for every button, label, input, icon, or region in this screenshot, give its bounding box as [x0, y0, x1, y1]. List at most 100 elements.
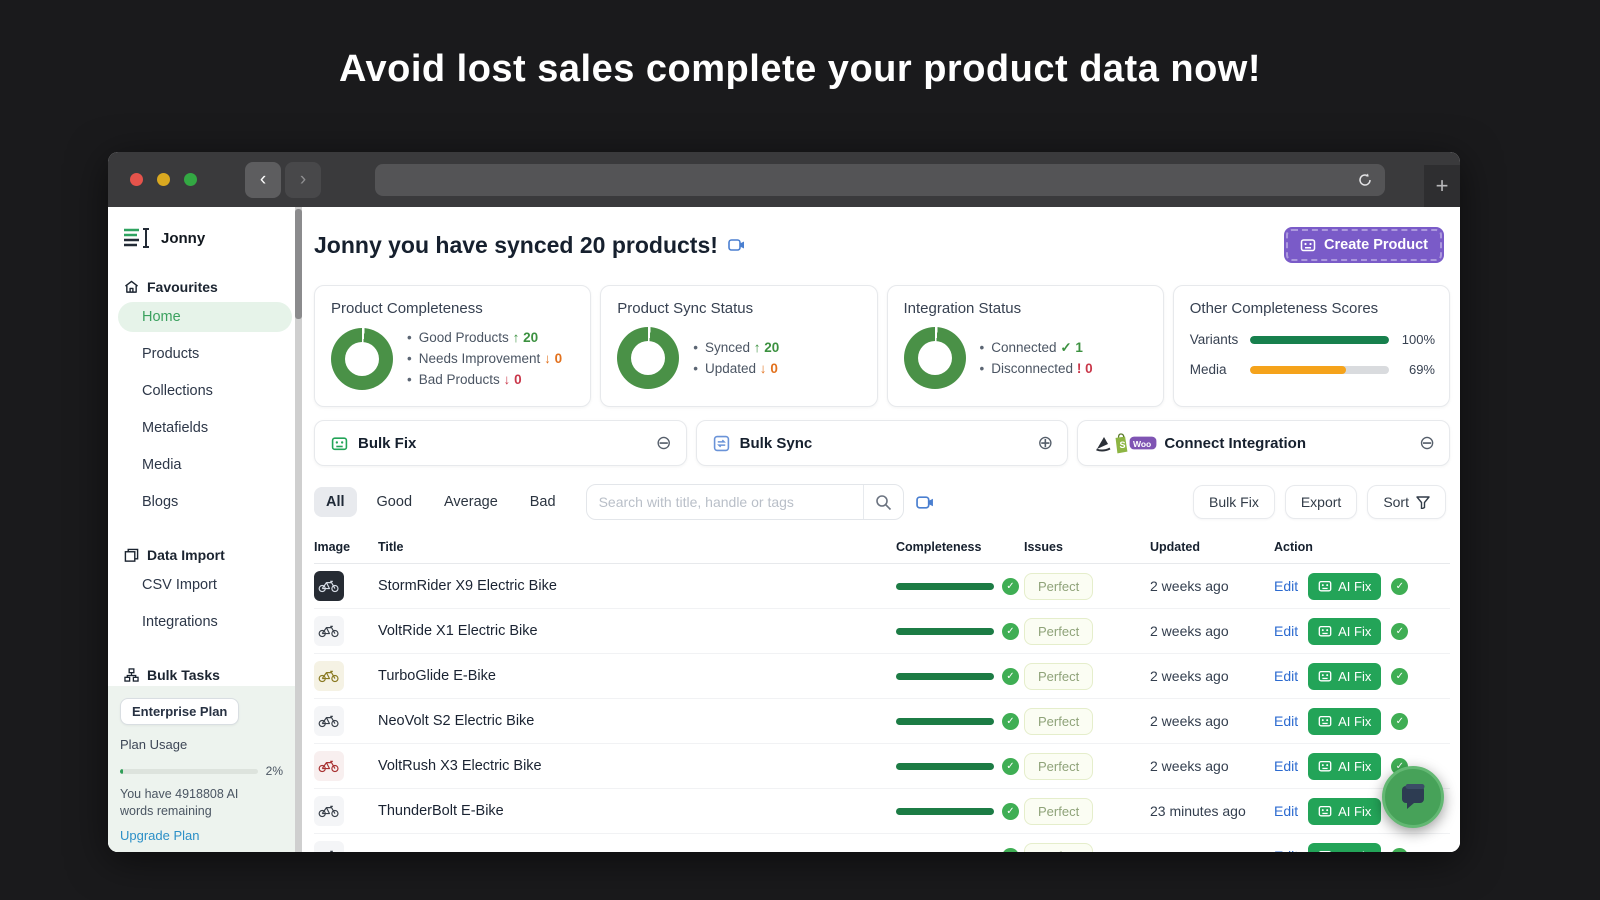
- sidebar-item[interactable]: Collections: [118, 376, 292, 406]
- traffic-lights: [130, 173, 197, 186]
- sidebar-item[interactable]: CSV Import: [118, 570, 292, 600]
- upgrade-plan-link[interactable]: Upgrade Plan: [120, 828, 283, 843]
- sidebar-item[interactable]: Media: [118, 450, 292, 480]
- new-tab-button[interactable]: +: [1424, 165, 1460, 207]
- connect-integration-card[interactable]: S Woo Connect Integration ⊖: [1077, 420, 1450, 466]
- workspace-name: Jonny: [161, 230, 205, 247]
- sidebar-item[interactable]: Blogs: [118, 487, 292, 517]
- check-circle-icon: ✓: [1002, 758, 1019, 775]
- video-tutorial-icon[interactable]: [728, 237, 745, 253]
- completeness-bar: [896, 628, 994, 635]
- sidebar-item[interactable]: Metafields: [118, 413, 292, 443]
- edit-link[interactable]: Edit: [1274, 623, 1298, 639]
- completeness-cell: ✓: [896, 623, 1024, 640]
- check-circle-icon: ✓: [1391, 578, 1408, 595]
- filter-tab[interactable]: Good: [365, 487, 424, 517]
- edit-link[interactable]: Edit: [1274, 578, 1298, 594]
- browser-back-button[interactable]: ‹: [245, 162, 281, 198]
- table-header: ImageTitleCompletenessIssuesUpdatedActio…: [314, 540, 1450, 564]
- search-button[interactable]: [863, 485, 903, 519]
- app-logo-icon: [122, 227, 152, 249]
- video-tutorial-icon[interactable]: [916, 494, 934, 511]
- ai-fix-button[interactable]: AI Fix: [1308, 753, 1381, 780]
- ai-fix-button[interactable]: AI Fix: [1308, 618, 1381, 645]
- woocommerce-icon: Woo: [1128, 434, 1158, 452]
- card-product-sync-status: Product Sync Status Synced ↑ 20 Updated …: [600, 285, 877, 407]
- data-import-section: Data Import: [108, 547, 302, 563]
- column-header: Action: [1274, 540, 1450, 554]
- edit-link[interactable]: Edit: [1274, 668, 1298, 684]
- ai-fix-button[interactable]: AI Fix: [1308, 798, 1381, 825]
- check-circle-icon: ✓: [1391, 623, 1408, 640]
- product-title: StormRider X9 Electric Bike: [378, 578, 896, 594]
- expand-icon[interactable]: ⊕: [1037, 434, 1053, 453]
- search-input[interactable]: [587, 494, 863, 510]
- robot-icon: [1318, 579, 1332, 593]
- search-box: [586, 484, 904, 520]
- column-header: Issues: [1024, 540, 1150, 554]
- filter-tab[interactable]: Average: [432, 487, 510, 517]
- browser-forward-button[interactable]: ›: [285, 162, 321, 198]
- collapse-icon[interactable]: ⊖: [656, 434, 672, 453]
- check-circle-icon: ✓: [1002, 713, 1019, 730]
- edit-link[interactable]: Edit: [1274, 803, 1298, 819]
- stat-item: Bad Products ↓ 0: [407, 369, 562, 390]
- column-header: Title: [378, 540, 896, 554]
- sort-button[interactable]: Sort: [1367, 485, 1446, 519]
- updated-time: 2 weeks ago: [1150, 578, 1274, 594]
- completeness-cell: ✓: [896, 758, 1024, 775]
- table-row: NeoVolt S2 Electric Bike ✓ Perfect 2 wee…: [314, 699, 1450, 744]
- stat-item: Disconnected ! 0: [980, 358, 1093, 379]
- close-window-button[interactable]: [130, 173, 143, 186]
- chat-widget-button[interactable]: [1382, 766, 1444, 828]
- ai-fix-button[interactable]: AI Fix: [1308, 843, 1381, 853]
- sidebar-item[interactable]: Home: [118, 302, 292, 332]
- sidebar-scrollbar[interactable]: [295, 207, 302, 852]
- edit-link[interactable]: Edit: [1274, 713, 1298, 729]
- plan-badge: Enterprise Plan: [120, 698, 239, 725]
- create-product-button[interactable]: Create Product: [1284, 227, 1444, 263]
- ai-fix-button[interactable]: AI Fix: [1308, 663, 1381, 690]
- check-circle-icon: ✓: [1391, 668, 1408, 685]
- product-title: VoltRush X3 Electric Bike: [378, 758, 896, 774]
- browser-chrome: ‹ › +: [108, 152, 1460, 207]
- address-bar[interactable]: [375, 164, 1385, 196]
- robot-icon: [1318, 624, 1332, 638]
- completeness-cell: ✓: [896, 713, 1024, 730]
- filter-tab[interactable]: Bad: [518, 487, 568, 517]
- integration-donut-chart: [904, 327, 966, 389]
- browser-window: ‹ › + Jonny: [108, 152, 1460, 852]
- edit-link[interactable]: Edit: [1274, 758, 1298, 774]
- bulk-fix-card[interactable]: Bulk Fix ⊖: [314, 420, 687, 466]
- completeness-donut-chart: [331, 328, 393, 390]
- issue-badge: Perfect: [1024, 663, 1093, 690]
- maximize-window-button[interactable]: [184, 173, 197, 186]
- export-button[interactable]: Export: [1285, 485, 1357, 519]
- chat-bubble-icon: [1398, 783, 1428, 811]
- bulk-sync-card[interactable]: Bulk Sync ⊕: [696, 420, 1069, 466]
- collapse-icon[interactable]: ⊖: [1419, 434, 1435, 453]
- check-circle-icon: ✓: [1002, 668, 1019, 685]
- check-circle-icon: ✓: [1002, 578, 1019, 595]
- card-other-scores: Other Completeness Scores Variants 100% …: [1173, 285, 1450, 407]
- plan-usage-label: Plan Usage: [120, 737, 283, 752]
- bulk-fix-button[interactable]: Bulk Fix: [1193, 485, 1275, 519]
- sidebar-item[interactable]: Products: [118, 339, 292, 369]
- robot-icon: [1318, 849, 1332, 852]
- updated-time: 23 minutes ago: [1150, 803, 1274, 819]
- table-row: ThunderBolt E-Bike ✓ Perfect 23 minutes …: [314, 789, 1450, 834]
- data-import-icon: [124, 548, 139, 563]
- completeness-cell: ✓: [896, 803, 1024, 820]
- minimize-window-button[interactable]: [157, 173, 170, 186]
- edit-link[interactable]: Edit: [1274, 848, 1298, 852]
- product-thumbnail: [314, 796, 344, 826]
- sidebar-item[interactable]: Integrations: [118, 607, 292, 637]
- product-thumbnail: [314, 751, 344, 781]
- filter-tab[interactable]: All: [314, 487, 357, 517]
- check-circle-icon: ✓: [1002, 803, 1019, 820]
- reload-icon[interactable]: [1357, 172, 1373, 188]
- product-thumbnail: [314, 706, 344, 736]
- ai-fix-button[interactable]: AI Fix: [1308, 708, 1381, 735]
- plan-panel: Enterprise Plan Plan Usage 2% You have 4…: [108, 686, 295, 852]
- ai-fix-button[interactable]: AI Fix: [1308, 573, 1381, 600]
